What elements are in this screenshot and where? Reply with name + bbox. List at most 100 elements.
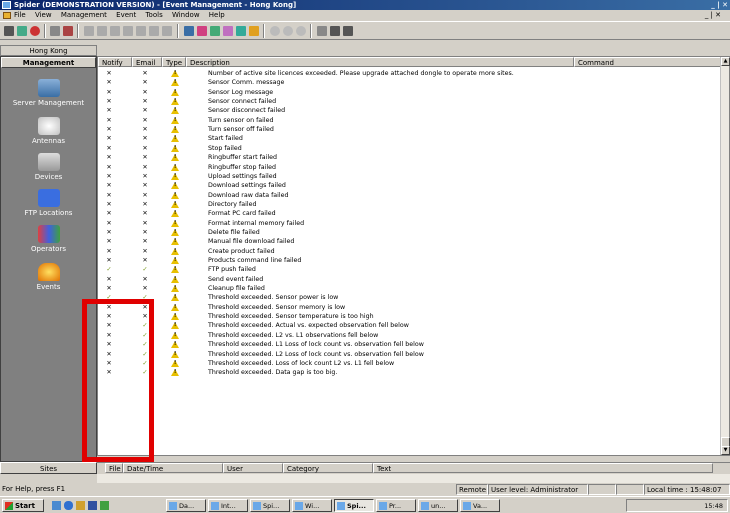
zoom-in-icon[interactable] — [270, 26, 280, 36]
taskbar-item-int[interactable]: Int... — [208, 499, 248, 512]
taskbar-item-spider-active[interactable]: Spi... — [334, 499, 374, 512]
server-icon[interactable] — [184, 26, 194, 36]
desktop-icon[interactable] — [52, 501, 61, 510]
log-column-user[interactable]: User — [223, 463, 283, 473]
table-row[interactable]: ✕ ✕ Turn sensor on failed — [98, 116, 721, 125]
zoom-fit-icon[interactable] — [296, 26, 306, 36]
info-icon[interactable] — [162, 26, 172, 36]
notify-x-icon[interactable]: ✕ — [104, 69, 114, 78]
table-row[interactable]: ✕✕Threshold exceeded. Sensor memory is l… — [98, 303, 721, 312]
log-column-text[interactable]: Text — [373, 463, 713, 473]
notify-x-icon[interactable]: ✕ — [104, 237, 114, 246]
email-x-icon[interactable]: ✕ — [140, 181, 150, 190]
taskbar-item-wi[interactable]: Wi... — [292, 499, 332, 512]
sidebar-item-ftp-locations[interactable]: FTP Locations — [1, 189, 96, 217]
table-row[interactable]: ✕ ✕ Download raw data failed — [98, 191, 721, 200]
log-column-category[interactable]: Category — [283, 463, 373, 473]
email-x-icon[interactable]: ✕ — [140, 275, 150, 284]
email-x-icon[interactable]: ✕ — [140, 200, 150, 209]
notify-x-icon[interactable]: ✕ — [104, 153, 114, 162]
table-row[interactable]: ✓ ✓ FTP push failed — [98, 265, 721, 274]
table-row[interactable]: ✕✓Threshold exceeded. L2 Loss of lock co… — [98, 350, 721, 359]
column-header-type[interactable]: Type — [162, 57, 186, 67]
download-icon[interactable] — [149, 26, 159, 36]
table-row[interactable]: ✕✓Threshold exceeded. Actual vs. expecte… — [98, 321, 721, 330]
play-icon[interactable] — [110, 26, 120, 36]
column-header-description[interactable]: Description — [186, 57, 574, 67]
email-x-icon[interactable]: ✕ — [140, 116, 150, 125]
table-row[interactable]: ✕ ✕ Start failed — [98, 134, 721, 143]
export-icon[interactable] — [343, 26, 353, 36]
taskbar-item-un[interactable]: un... — [418, 499, 458, 512]
email-x-icon[interactable]: ✕ — [140, 228, 150, 237]
column-header-command[interactable]: Command — [574, 57, 721, 67]
events-icon[interactable] — [249, 26, 259, 36]
scroll-down-button[interactable]: ▼ — [721, 446, 730, 455]
column-header-notify[interactable]: Notify — [98, 57, 132, 67]
notify-x-icon[interactable]: ✕ — [104, 116, 114, 125]
menu-event[interactable]: Event — [116, 11, 136, 19]
table-row[interactable]: ✕ ✕ Stop failed — [98, 144, 721, 153]
menu-management[interactable]: Management — [61, 11, 107, 19]
notify-x-icon[interactable]: ✕ — [104, 200, 114, 209]
email-x-icon[interactable]: ✕ — [140, 153, 150, 162]
table-row[interactable]: ✕✓Threshold exceeded. Data gap is too bi… — [98, 368, 721, 377]
table-row[interactable]: ✕ ✕ Directory failed — [98, 200, 721, 209]
print-icon[interactable] — [4, 26, 14, 36]
table-row[interactable]: ✕✓Threshold exceeded. L1 Loss of lock co… — [98, 340, 721, 349]
sidebar-section-management[interactable]: Management — [1, 57, 96, 68]
table-row[interactable]: ✕ ✕ Delete file failed — [98, 228, 721, 237]
sidebar-item-devices[interactable]: Devices — [1, 153, 96, 181]
email-x-icon[interactable]: ✕ — [140, 219, 150, 228]
scroll-up-button[interactable]: ▲ — [721, 57, 730, 66]
notify-x-icon[interactable]: ✕ — [104, 275, 114, 284]
notify-x-icon[interactable]: ✕ — [104, 106, 114, 115]
table-row[interactable]: ✕ ✕ Upload settings failed — [98, 172, 721, 181]
menu-file[interactable]: File — [14, 11, 26, 19]
notify-x-icon[interactable]: ✕ — [104, 134, 114, 143]
stop-icon[interactable] — [30, 26, 40, 36]
column-header-email[interactable]: Email — [132, 57, 162, 67]
table-row[interactable]: ✕ ✕ Format PC card failed — [98, 209, 721, 218]
pause-icon[interactable] — [123, 26, 133, 36]
notify-x-icon[interactable]: ✕ — [104, 228, 114, 237]
table-row[interactable]: ✕ ✕ Number of active site licences exceede… — [98, 69, 721, 78]
email-x-icon[interactable]: ✕ — [140, 106, 150, 115]
email-x-icon[interactable]: ✕ — [140, 69, 150, 78]
email-x-icon[interactable]: ✕ — [140, 172, 150, 181]
delete-icon[interactable] — [63, 26, 73, 36]
mdi-controls[interactable]: _ | ✕ — [705, 10, 721, 21]
table-row[interactable]: ✕✓Threshold exceeded. Loss of lock count… — [98, 359, 721, 368]
browser-icon[interactable] — [64, 501, 73, 510]
sidebar-item-operators[interactable]: Operators — [1, 225, 96, 253]
sidebar-item-events[interactable]: Events — [1, 263, 96, 291]
notify-x-icon[interactable]: ✕ — [104, 78, 114, 87]
email-x-icon[interactable]: ✕ — [140, 191, 150, 200]
table-row[interactable]: ✕ ✕ Sensor connect failed — [98, 97, 721, 106]
table-row[interactable]: ✕ ✕ Products command line failed — [98, 256, 721, 265]
table-row[interactable]: ✕ ✕ Sensor Log message — [98, 88, 721, 97]
antenna-icon[interactable] — [197, 26, 207, 36]
vertical-scrollbar[interactable]: ▲ ▼ — [720, 57, 730, 455]
table-row[interactable]: ✕ ✕ Manual file download failed — [98, 237, 721, 246]
email-x-icon[interactable]: ✕ — [140, 78, 150, 87]
forward-icon[interactable] — [97, 26, 107, 36]
email-x-icon[interactable]: ✕ — [140, 247, 150, 256]
notify-check-icon[interactable]: ✓ — [104, 265, 114, 274]
save-icon[interactable] — [88, 501, 97, 510]
report-icon[interactable] — [330, 26, 340, 36]
email-x-icon[interactable]: ✕ — [140, 97, 150, 106]
start-button[interactable]: Start — [2, 499, 44, 512]
notify-x-icon[interactable]: ✕ — [104, 144, 114, 153]
table-row[interactable]: ✕ ✕ Send event failed — [98, 275, 721, 284]
email-x-icon[interactable]: ✕ — [140, 284, 150, 293]
notify-x-icon[interactable]: ✕ — [104, 172, 114, 181]
taskbar-item-spi[interactable]: Spi... — [250, 499, 290, 512]
table-row[interactable]: ✕ ✕ Sensor disconnect failed — [98, 106, 721, 115]
menu-help[interactable]: Help — [209, 11, 225, 19]
app-quicklaunch-icon[interactable] — [100, 501, 109, 510]
notify-x-icon[interactable]: ✕ — [104, 284, 114, 293]
log-column-datetime[interactable]: Date/Time — [123, 463, 223, 473]
table-row[interactable]: ✕✓Threshold exceeded. L2 vs. L1 observat… — [98, 331, 721, 340]
window-controls[interactable]: _ | ✕ — [711, 0, 728, 10]
